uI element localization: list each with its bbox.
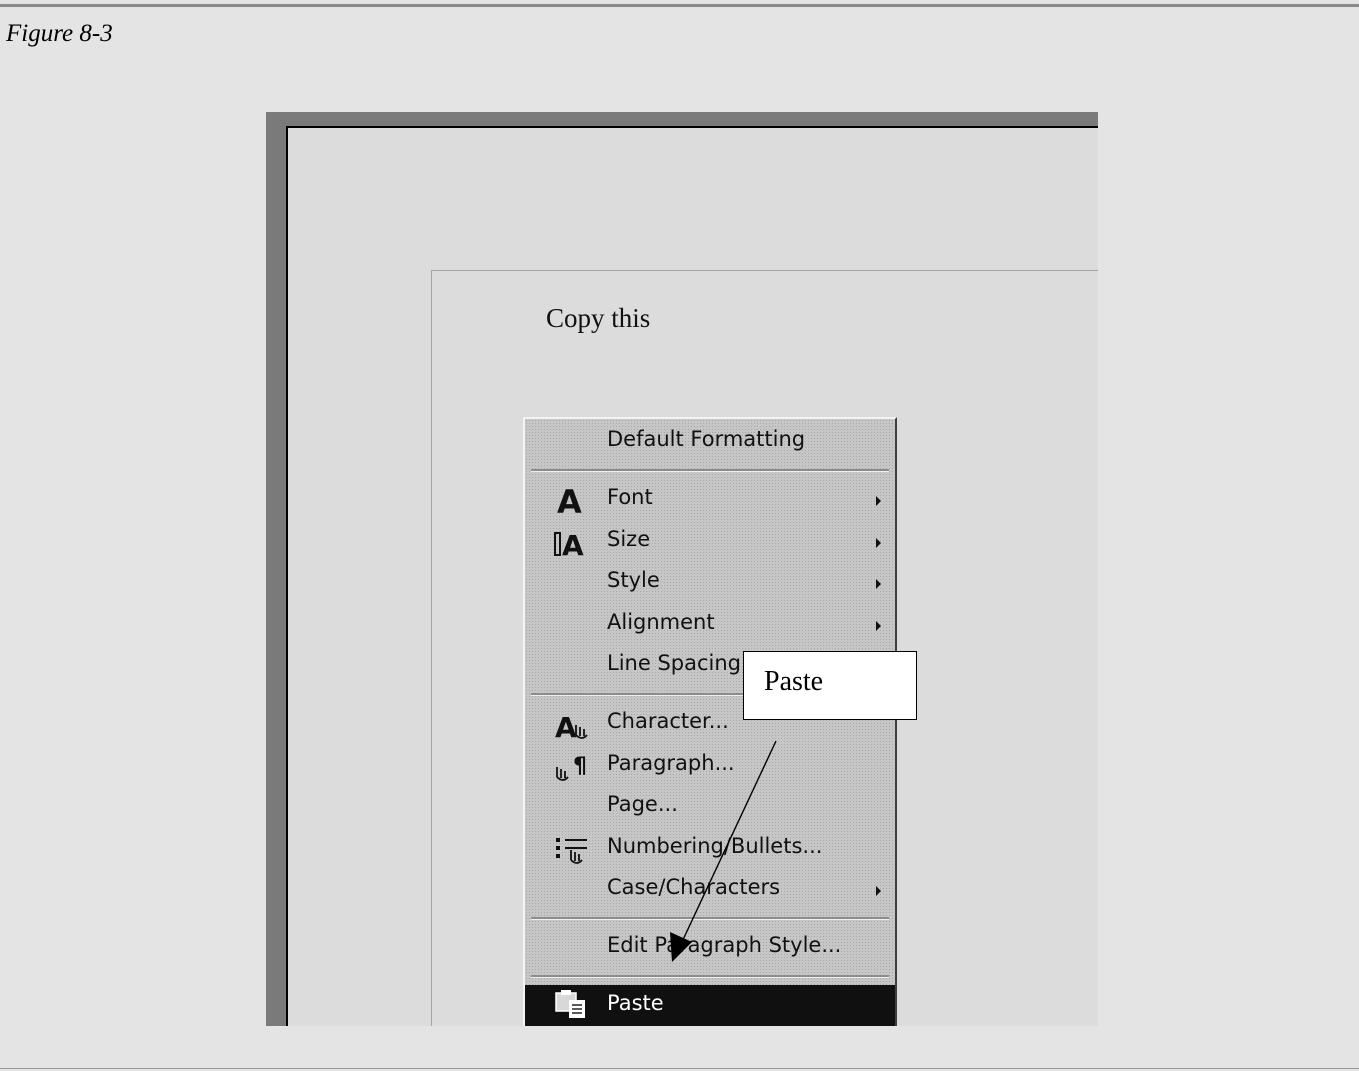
character-icon: A xyxy=(553,707,593,744)
font-icon: A xyxy=(553,483,593,521)
document-text[interactable]: Copy this xyxy=(546,303,650,334)
menu-separator xyxy=(531,469,889,472)
menu-item-label: Paste xyxy=(607,991,664,1015)
menu-item-size[interactable]: A Size xyxy=(525,523,895,562)
menu-item-alignment[interactable]: Alignment xyxy=(525,606,895,644)
svg-text:A: A xyxy=(562,529,584,559)
menu-item-page[interactable]: Page... xyxy=(525,788,895,826)
top-rule xyxy=(0,4,1359,7)
menu-item-label: Character... xyxy=(607,709,729,733)
menu-item-numbering-bullets[interactable]: Numbering/Bullets... xyxy=(525,830,895,868)
menu-item-label: Font xyxy=(607,485,653,509)
submenu-arrow-icon xyxy=(876,538,881,548)
menu-item-paragraph[interactable]: ¶ Paragraph... xyxy=(525,747,895,785)
numbering-bullets-icon xyxy=(553,832,593,866)
menu-item-label: Style xyxy=(607,568,660,592)
callout-box: Paste xyxy=(743,651,917,720)
menu-item-label: Alignment xyxy=(607,610,715,634)
callout-text: Paste xyxy=(764,666,824,697)
menu-item-label: Case/Characters xyxy=(607,875,781,899)
font-size-icon: A xyxy=(553,525,593,562)
submenu-arrow-icon xyxy=(876,886,881,896)
svg-text:A: A xyxy=(555,711,577,741)
bottom-rule xyxy=(0,1068,1359,1069)
context-menu: Default Formatting A Font A Size Style A… xyxy=(523,417,897,1026)
paste-icon xyxy=(553,987,593,1021)
screenshot-frame: Copy this Default Formatting A Font A Si… xyxy=(266,112,1098,1026)
menu-item-case-characters[interactable]: Case/Characters xyxy=(525,871,895,909)
menu-item-style[interactable]: Style xyxy=(525,564,895,602)
submenu-arrow-icon xyxy=(876,496,881,506)
menu-separator xyxy=(531,975,889,978)
paragraph-icon: ¶ xyxy=(553,749,593,783)
app-window: Copy this Default Formatting A Font A Si… xyxy=(286,126,1098,1026)
menu-item-label: Line Spacing xyxy=(607,651,741,675)
figure-caption: Figure 8-3 xyxy=(6,20,113,47)
menu-item-label: Page... xyxy=(607,792,678,816)
menu-item-default-formatting[interactable]: Default Formatting xyxy=(525,423,895,461)
svg-text:A: A xyxy=(557,483,582,517)
menu-item-paste[interactable]: Paste xyxy=(525,985,895,1026)
menu-item-label: Size xyxy=(607,527,651,551)
submenu-arrow-icon xyxy=(876,621,881,631)
svg-text:¶: ¶ xyxy=(573,754,587,779)
menu-item-label: Numbering/Bullets... xyxy=(607,834,823,858)
menu-separator xyxy=(531,917,889,920)
menu-item-label: Default Formatting xyxy=(607,427,806,451)
menu-item-label: Paragraph... xyxy=(607,751,735,775)
submenu-arrow-icon xyxy=(876,579,881,589)
menu-item-font[interactable]: A Font xyxy=(525,481,895,521)
menu-item-edit-paragraph-style[interactable]: Edit Paragraph Style... xyxy=(525,929,895,967)
menu-item-label: Edit Paragraph Style... xyxy=(607,933,842,957)
